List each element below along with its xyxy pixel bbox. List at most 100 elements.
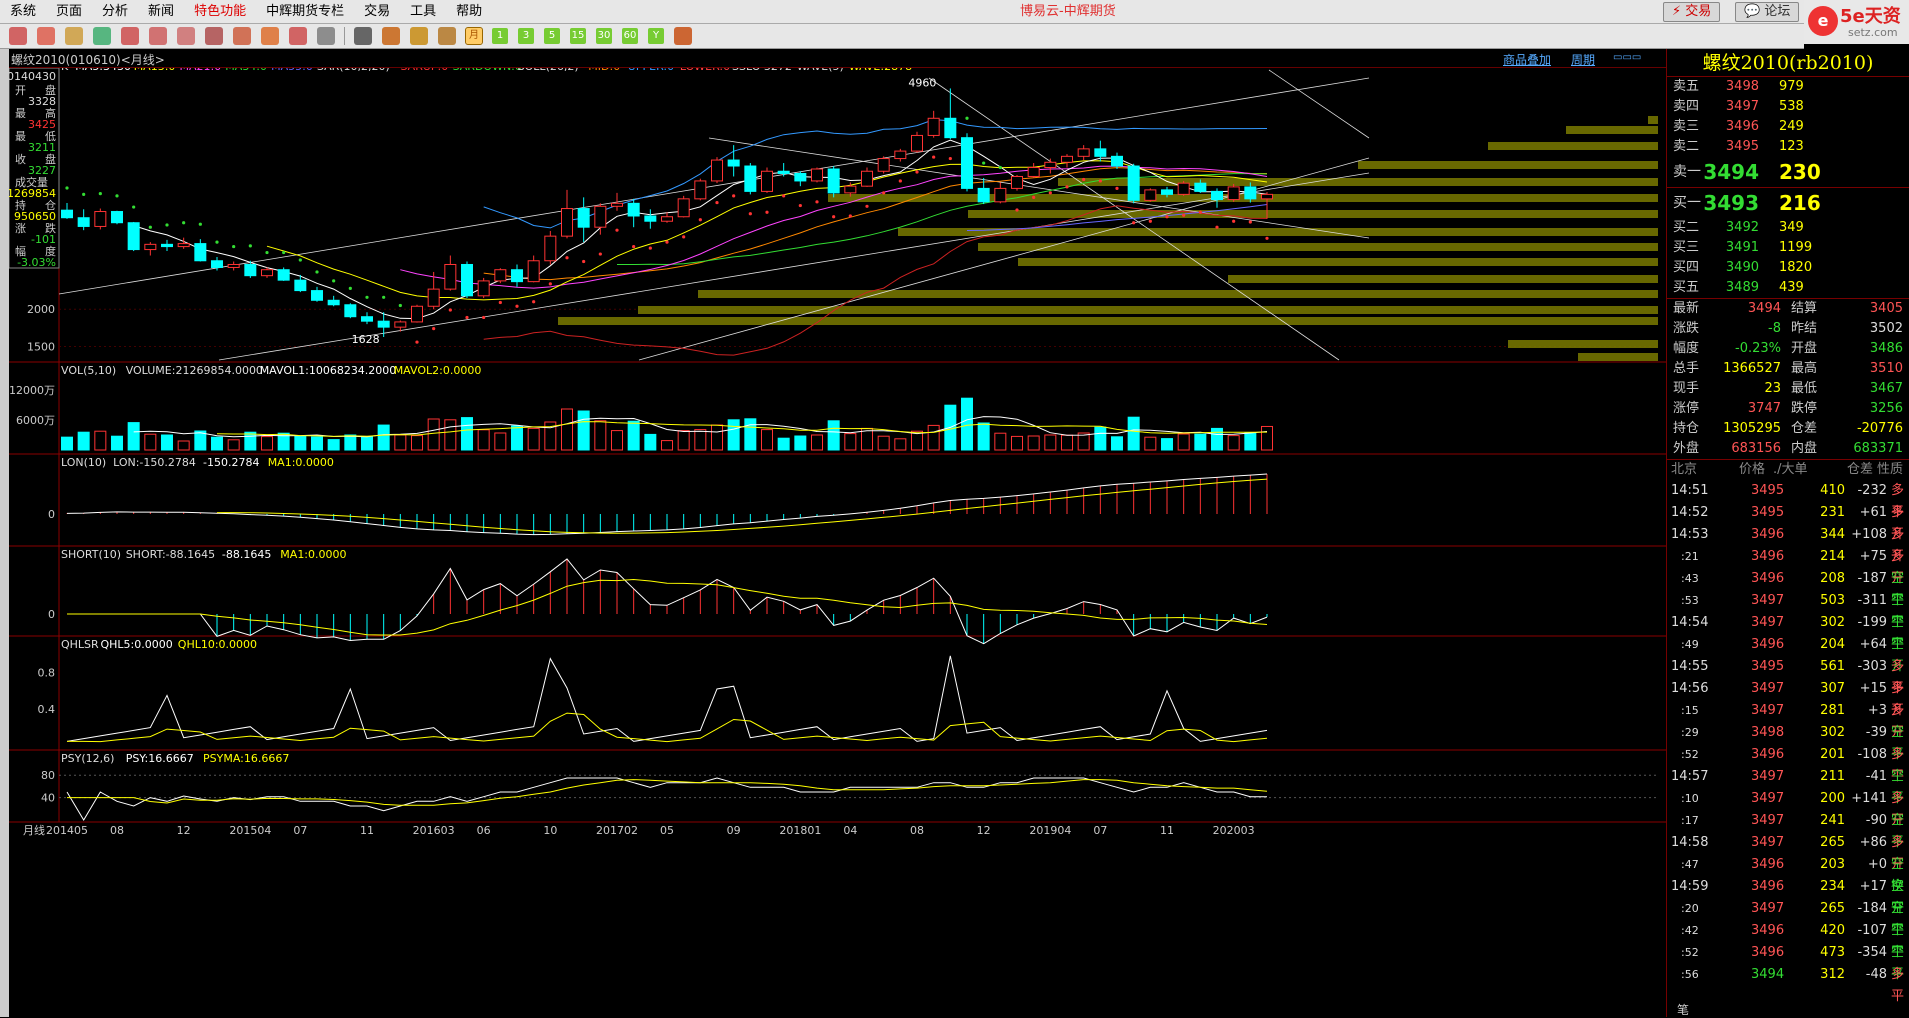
sar-dot — [332, 279, 336, 283]
left-tab-strip[interactable] — [0, 49, 9, 1017]
trade-row[interactable]: 14:52 3495 231 +61 多开 — [1667, 502, 1909, 542]
forum-button[interactable]: 💬 论坛 — [1735, 2, 1800, 22]
trade-row[interactable]: :52 3496 201 -108 多平 — [1667, 744, 1909, 784]
bid-label: 买一 — [1673, 195, 1701, 211]
menu-item-5[interactable]: 中辉期货专栏 — [256, 0, 354, 24]
candle-body — [311, 290, 323, 301]
indicator-label: MA13:0 — [134, 68, 176, 73]
menu-item-8[interactable]: 帮助 — [446, 0, 492, 24]
menu-item-3[interactable]: 新闻 — [138, 0, 184, 24]
stat-row: 幅度 -0.23% 开盘 3486 — [1667, 339, 1909, 359]
ask-row[interactable]: 卖一 3494 230 — [1667, 157, 1909, 187]
trade-row[interactable]: :47 3496 203 +0 空换 — [1667, 854, 1909, 894]
candle — [861, 167, 873, 187]
trade-row[interactable]: :10 3497 200 +141 多开 — [1667, 788, 1909, 828]
period-button-4[interactable]: 15 — [570, 28, 586, 44]
candle — [327, 295, 340, 307]
folder-icon[interactable] — [65, 27, 83, 45]
candle — [194, 239, 207, 262]
candle-body — [477, 280, 490, 297]
bid-row[interactable]: 买四 3490 1820 — [1667, 258, 1909, 278]
ask-row[interactable]: 卖四 3497 538 — [1667, 97, 1909, 117]
volume-bar — [777, 437, 790, 451]
trade-row[interactable]: 14:53 3496 344 +108 多开 — [1667, 524, 1909, 564]
trade-nature: 多平 — [1891, 967, 1905, 1004]
trade-list[interactable]: 14:51 3495 410 -232 多平 14:52 3495 231 +61 多开 14:53… — [1667, 480, 1909, 1004]
grid-icon[interactable] — [438, 27, 456, 45]
home-icon[interactable] — [9, 27, 27, 45]
menu-item-1[interactable]: 页面 — [46, 0, 92, 24]
stat-label: 结算 — [1791, 301, 1818, 316]
ask-row[interactable]: 卖三 3496 249 — [1667, 117, 1909, 137]
sar-dot — [1032, 195, 1036, 199]
product-add-link[interactable]: 商品叠加 — [1503, 51, 1551, 68]
candle-icon[interactable] — [382, 27, 400, 45]
candle-body — [944, 117, 957, 139]
menu-item-7[interactable]: 工具 — [400, 0, 446, 24]
period-link[interactable]: 周期 — [1571, 51, 1595, 68]
copy-icon[interactable] — [177, 27, 195, 45]
trade-row[interactable]: :17 3497 241 -90 空平 — [1667, 810, 1909, 850]
line-icon[interactable] — [317, 27, 335, 45]
pen-icon[interactable] — [205, 27, 223, 45]
candle — [927, 110, 940, 138]
bar-icon[interactable] — [410, 27, 428, 45]
candle-body — [94, 211, 107, 227]
menu-item-2[interactable]: 分析 — [92, 0, 138, 24]
zoom-in-icon[interactable] — [121, 27, 139, 45]
bid-row[interactable]: 买三 3491 1199 — [1667, 238, 1909, 258]
bid-row[interactable]: 买二 3492 349 — [1667, 218, 1909, 238]
trade-row[interactable]: :53 3497 503 -311 空平 — [1667, 590, 1909, 630]
trade-row[interactable]: :15 3497 281 +3 多开 — [1667, 700, 1909, 740]
period-button-0[interactable]: 月 — [465, 27, 483, 45]
sar-dot — [982, 161, 986, 165]
trade-time: :56 — [1681, 968, 1699, 981]
year-button[interactable]: Y — [648, 28, 664, 44]
trade-row[interactable]: :42 3496 420 -107 空平 — [1667, 920, 1909, 960]
trade-volume: 208 — [1820, 571, 1845, 586]
volume-bar — [877, 435, 890, 451]
volume-bar — [1111, 436, 1123, 451]
funnel-icon[interactable] — [289, 27, 307, 45]
trade-row[interactable]: 14:55 3495 561 -303 多平 — [1667, 656, 1909, 696]
trade-row[interactable]: 14:59 3496 234 +17 空开 — [1667, 876, 1909, 916]
period-button-2[interactable]: 3 — [518, 28, 534, 44]
trade-button[interactable]: ⚡ 交易 — [1663, 2, 1721, 22]
bid-row[interactable]: 买一 3493 216 — [1667, 188, 1909, 218]
trade-row[interactable]: :29 3498 302 -39 空平 — [1667, 722, 1909, 762]
stat-label: 涨跌 — [1673, 321, 1700, 336]
trade-row[interactable]: :20 3497 265 -184 空平 — [1667, 898, 1909, 938]
trade-row[interactable]: :43 3496 208 -187 空平 — [1667, 568, 1909, 608]
menu-item-0[interactable]: 系统 — [0, 0, 46, 24]
ask-row[interactable]: 卖五 3498 979 — [1667, 77, 1909, 97]
layout-icons[interactable]: ▭▭▭ — [1613, 52, 1641, 63]
volume-profile-bar — [1578, 353, 1658, 361]
menu-item-4[interactable]: 特色功能 — [184, 0, 256, 24]
sar-dot — [1232, 219, 1236, 223]
trade-row[interactable]: :56 3494 312 -48 多平 — [1667, 964, 1909, 1004]
trade-row[interactable]: 14:56 3497 307 +15 多开 — [1667, 678, 1909, 718]
period-button-1[interactable]: 1 — [492, 28, 508, 44]
trade-row[interactable]: 14:54 3497 302 -199 空平 — [1667, 612, 1909, 652]
trade-row[interactable]: 14:58 3497 265 +86 多开 — [1667, 832, 1909, 872]
trade-row[interactable]: :49 3496 204 +64 空开 — [1667, 634, 1909, 674]
trade-volume: 203 — [1820, 857, 1845, 872]
ask-row[interactable]: 卖二 3495 123 — [1667, 137, 1909, 157]
menu-item-6[interactable]: 交易 — [354, 0, 400, 24]
chart-canvas[interactable]: 2000 1500 4960 1628 K MA5:3430MA13:0 MA21:0MA3… — [9, 68, 1666, 1017]
refresh-icon[interactable] — [93, 27, 111, 45]
bid-row[interactable]: 买五 3489 439 — [1667, 278, 1909, 298]
marker-icon[interactable] — [261, 27, 279, 45]
period-button-5[interactable]: 30 — [596, 28, 612, 44]
monitor-icon[interactable] — [37, 27, 55, 45]
trade-row[interactable]: :52 3496 473 -354 空平 — [1667, 942, 1909, 982]
brush-icon[interactable] — [233, 27, 251, 45]
trade-row[interactable]: 14:57 3497 211 -41 空平 — [1667, 766, 1909, 806]
trade-row[interactable]: 14:51 3495 410 -232 多平 — [1667, 480, 1909, 520]
calc-icon[interactable] — [674, 27, 692, 45]
period-button-3[interactable]: 5 — [544, 28, 560, 44]
period-button-6[interactable]: 60 — [622, 28, 638, 44]
table-icon[interactable] — [354, 27, 372, 45]
zoom-out-icon[interactable] — [149, 27, 167, 45]
trade-row[interactable]: :21 3496 214 +75 多开 — [1667, 546, 1909, 586]
